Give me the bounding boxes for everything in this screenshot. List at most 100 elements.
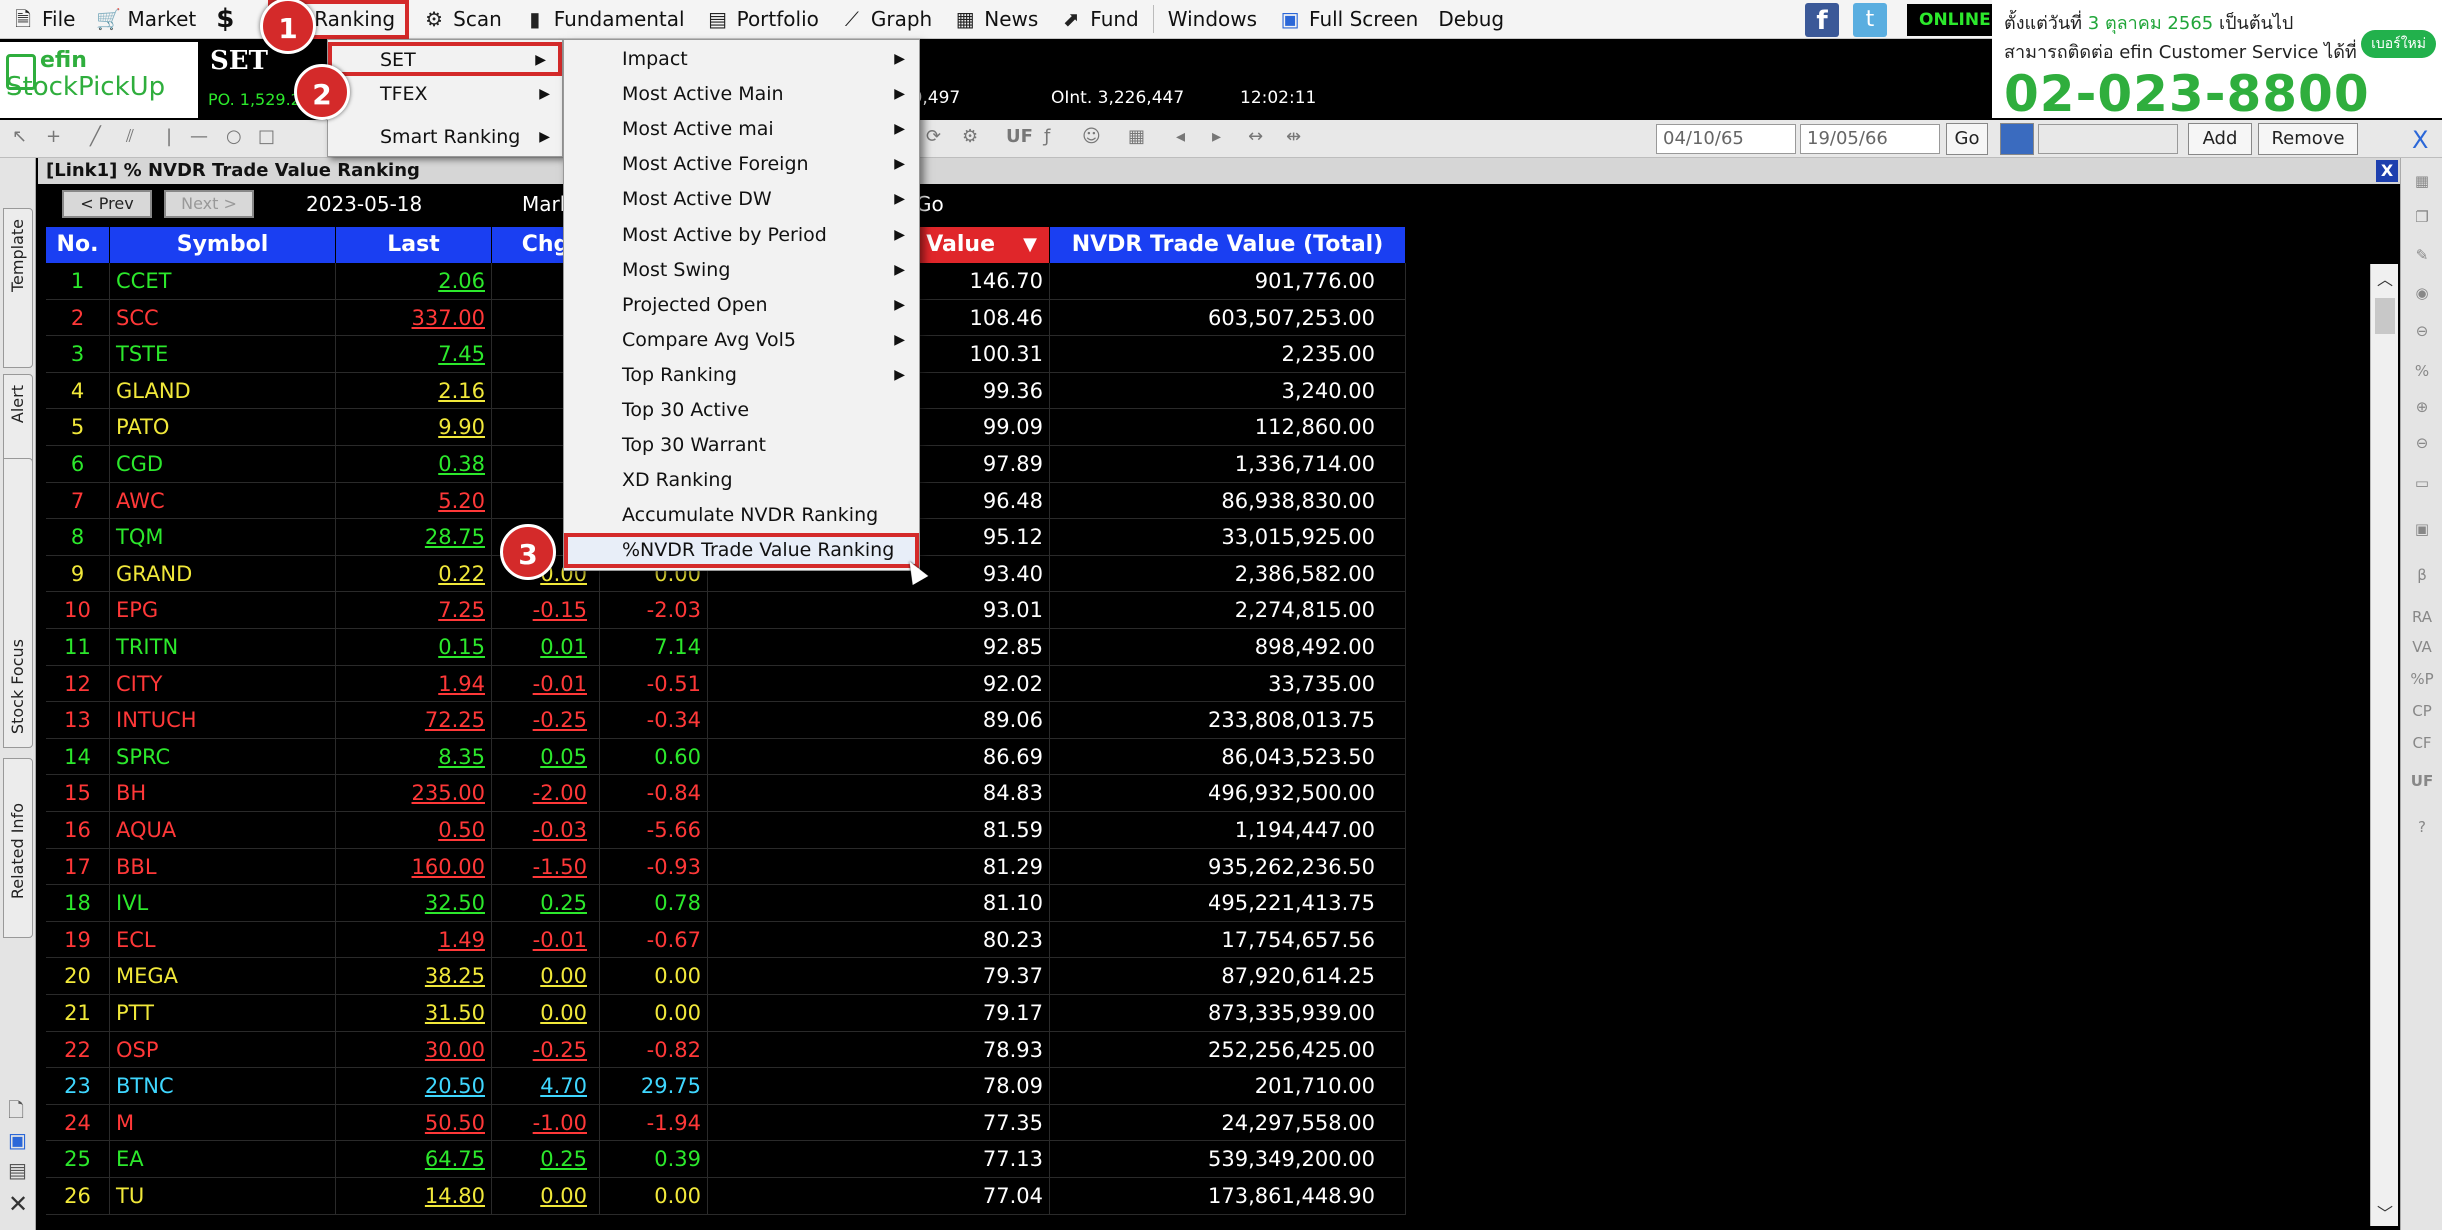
set-menu-item-most-active-main[interactable]: Most Active Main ▶ [564,77,919,112]
zoom-in-icon[interactable]: ⊕ [2407,398,2437,416]
cell-symbol[interactable]: SPRC [110,738,336,775]
set-menu-item-nvdr-trade-value-ranking[interactable]: %NVDR Trade Value Ranking [564,533,919,569]
set-menu-item-most-active-dw[interactable]: Most Active DW ▶ [564,182,919,217]
cell-last[interactable]: 5.20 [336,482,492,519]
cell-last[interactable]: 7.45 [336,336,492,373]
table-row[interactable]: 23 BTNC 20.50 4.70 29.75 78.09 201,710.00 [46,1068,1406,1105]
vertical-line-icon[interactable]: | [166,126,172,147]
tab-stock-focus[interactable]: Stock Focus [3,458,33,748]
cell-last[interactable]: 2.06 [336,263,492,299]
table-icon[interactable]: ▦ [2407,172,2437,190]
cell-last[interactable]: 7.25 [336,592,492,629]
table-row[interactable]: 16 AQUA 0.50 -0.03 -5.66 81.59 1,194,447.00 [46,812,1406,849]
table-row[interactable]: 13 INTUCH 72.25 -0.25 -0.34 89.06 233,808,013.… [46,702,1406,739]
cell-change[interactable]: -0.25 [492,702,600,739]
date-to-input[interactable]: 19/05/66 [1800,124,1940,154]
table-row[interactable]: 24 M 50.50 -1.00 -1.94 77.35 24,297,558.00 [46,1104,1406,1142]
cell-symbol[interactable]: INTUCH [110,702,336,739]
cell-change[interactable]: 0.00 [492,958,600,995]
table-row[interactable]: 11 TRITN 0.15 0.01 7.14 92.85 898,492.00 [46,629,1406,666]
add-button[interactable]: Add [2188,123,2252,155]
cell-symbol[interactable]: TSTE [110,336,336,373]
ranking-menu-tfex[interactable]: TFEX ▶ [328,77,562,111]
set-menu-item-top-30-active[interactable]: Top 30 Active [564,393,919,428]
cell-change[interactable]: 0.01 [492,629,600,665]
layout-icon[interactable]: ▤ [8,1158,27,1182]
cell-symbol[interactable]: MEGA [110,958,336,995]
cell-symbol[interactable]: GRAND [110,555,336,592]
cell-last[interactable]: 235.00 [336,775,492,812]
date-from-input[interactable]: 04/10/65 [1656,124,1796,154]
expand-icon[interactable]: ↔ [1248,126,1263,147]
cell-last[interactable]: 2.16 [336,372,492,409]
step-forward-icon[interactable]: ▸ [1212,126,1221,147]
table-scrollbar[interactable]: ︿ ﹀ [2370,264,2398,1226]
table-row[interactable]: 14 SPRC 8.35 0.05 0.60 86.69 86,043,523.50 [46,738,1406,776]
circle-icon[interactable]: ◉ [2407,284,2437,302]
cell-symbol[interactable]: BTNC [110,1068,336,1105]
table-row[interactable]: 22 OSP 30.00 -0.25 -0.82 78.93 252,256,425.00 [46,1031,1406,1069]
menu-fullscreen[interactable]: ▣ Full Screen [1267,0,1428,39]
tool-uf[interactable]: UF [2407,772,2437,790]
cell-last[interactable]: 1.94 [336,665,492,702]
cell-change[interactable]: 0.00 [492,1178,600,1214]
cell-change[interactable]: 0.25 [492,885,600,922]
pointer-icon[interactable]: ↖ [12,126,27,147]
panel-icon[interactable]: ▣ [2407,520,2437,538]
cell-symbol[interactable]: PATO [110,409,336,446]
horizontal-line-icon[interactable]: — [190,126,208,147]
shrink-icon[interactable]: ⇹ [1286,126,1301,147]
prev-button[interactable]: < Prev [62,190,152,218]
cell-last[interactable]: 0.50 [336,812,492,848]
ranking-menu-set[interactable]: SET ▶ [328,42,562,76]
cell-last[interactable]: 8.35 [336,738,492,775]
tool-ra[interactable]: RA [2407,608,2437,626]
save-icon[interactable]: ▣ [8,1128,27,1152]
rectangle-tool-icon[interactable]: □ [258,126,275,147]
col-header-nvdr-total[interactable]: NVDR Trade Value (Total) [1050,227,1406,263]
set-menu-item-xd-ranking[interactable]: XD Ranking [564,463,919,498]
table-row[interactable]: 20 MEGA 38.25 0.00 0.00 79.37 87,920,614.25 [46,958,1406,995]
cell-last[interactable]: 72.25 [336,702,492,739]
cell-symbol[interactable]: CGD [110,446,336,482]
color-picker[interactable] [2000,123,2034,155]
person-icon[interactable]: ☺ [1082,126,1101,147]
set-menu-item-accumulate-nvdr-ranking[interactable]: Accumulate NVDR Ranking [564,498,919,533]
menu-graph[interactable]: ⟋ Graph [829,0,942,39]
table-row[interactable]: 21 PTT 31.50 0.00 0.00 79.17 873,335,939.00 [46,995,1406,1032]
set-menu-item-top-30-warrant[interactable]: Top 30 Warrant [564,428,919,463]
cell-last[interactable]: 160.00 [336,848,492,885]
remove-button[interactable]: Remove [2258,123,2358,155]
menu-portfolio[interactable]: ▤ Portfolio [695,0,829,39]
tab-template[interactable]: Template [3,208,33,368]
go-button[interactable]: Go [1946,123,1988,155]
cell-symbol[interactable]: AWC [110,482,336,519]
table-row[interactable]: 15 BH 235.00 -2.00 -0.84 84.83 496,932,500.00 [46,775,1406,812]
scroll-down-icon[interactable]: ﹀ [2371,1200,2399,1224]
cell-last[interactable]: 20.50 [336,1068,492,1105]
table-row[interactable]: 10 EPG 7.25 -0.15 -2.03 93.01 2,274,815.00 [46,592,1406,629]
cell-last[interactable]: 30.00 [336,1031,492,1068]
window-icon[interactable]: ▭ [2407,474,2437,492]
ranking-date[interactable]: 2023-05-18 [306,192,422,216]
circle-tool-icon[interactable]: ○ [226,126,242,147]
cell-change[interactable]: -1.50 [492,848,600,885]
step-back-icon[interactable]: ◂ [1176,126,1185,147]
menu-news[interactable]: ▦ News [942,0,1048,39]
tool-va[interactable]: VA [2407,638,2437,656]
uf-tool[interactable]: UF [1006,126,1033,147]
help-icon[interactable]: ? [2407,818,2437,836]
cell-symbol[interactable]: SCC [110,299,336,336]
cell-last[interactable]: 28.75 [336,519,492,556]
toolbar-close-icon[interactable]: X [2412,126,2428,154]
twitter-icon[interactable]: t [1853,3,1887,37]
cell-symbol[interactable]: TU [110,1178,336,1214]
cell-symbol[interactable]: IVL [110,885,336,922]
menu-market[interactable]: 🛒 Market [85,0,206,39]
cell-change[interactable]: 0.05 [492,738,600,775]
customer-service-banner[interactable]: ตั้งแต่วันที่ 3 ตุลาคม 2565 เป็นต้นไป สา… [1992,0,2442,118]
cell-symbol[interactable]: TRITN [110,629,336,665]
menu-scan[interactable]: ⚙ Scan [411,0,512,39]
cell-symbol[interactable]: AQUA [110,812,336,848]
grid-icon[interactable]: ▦ [1128,126,1145,147]
